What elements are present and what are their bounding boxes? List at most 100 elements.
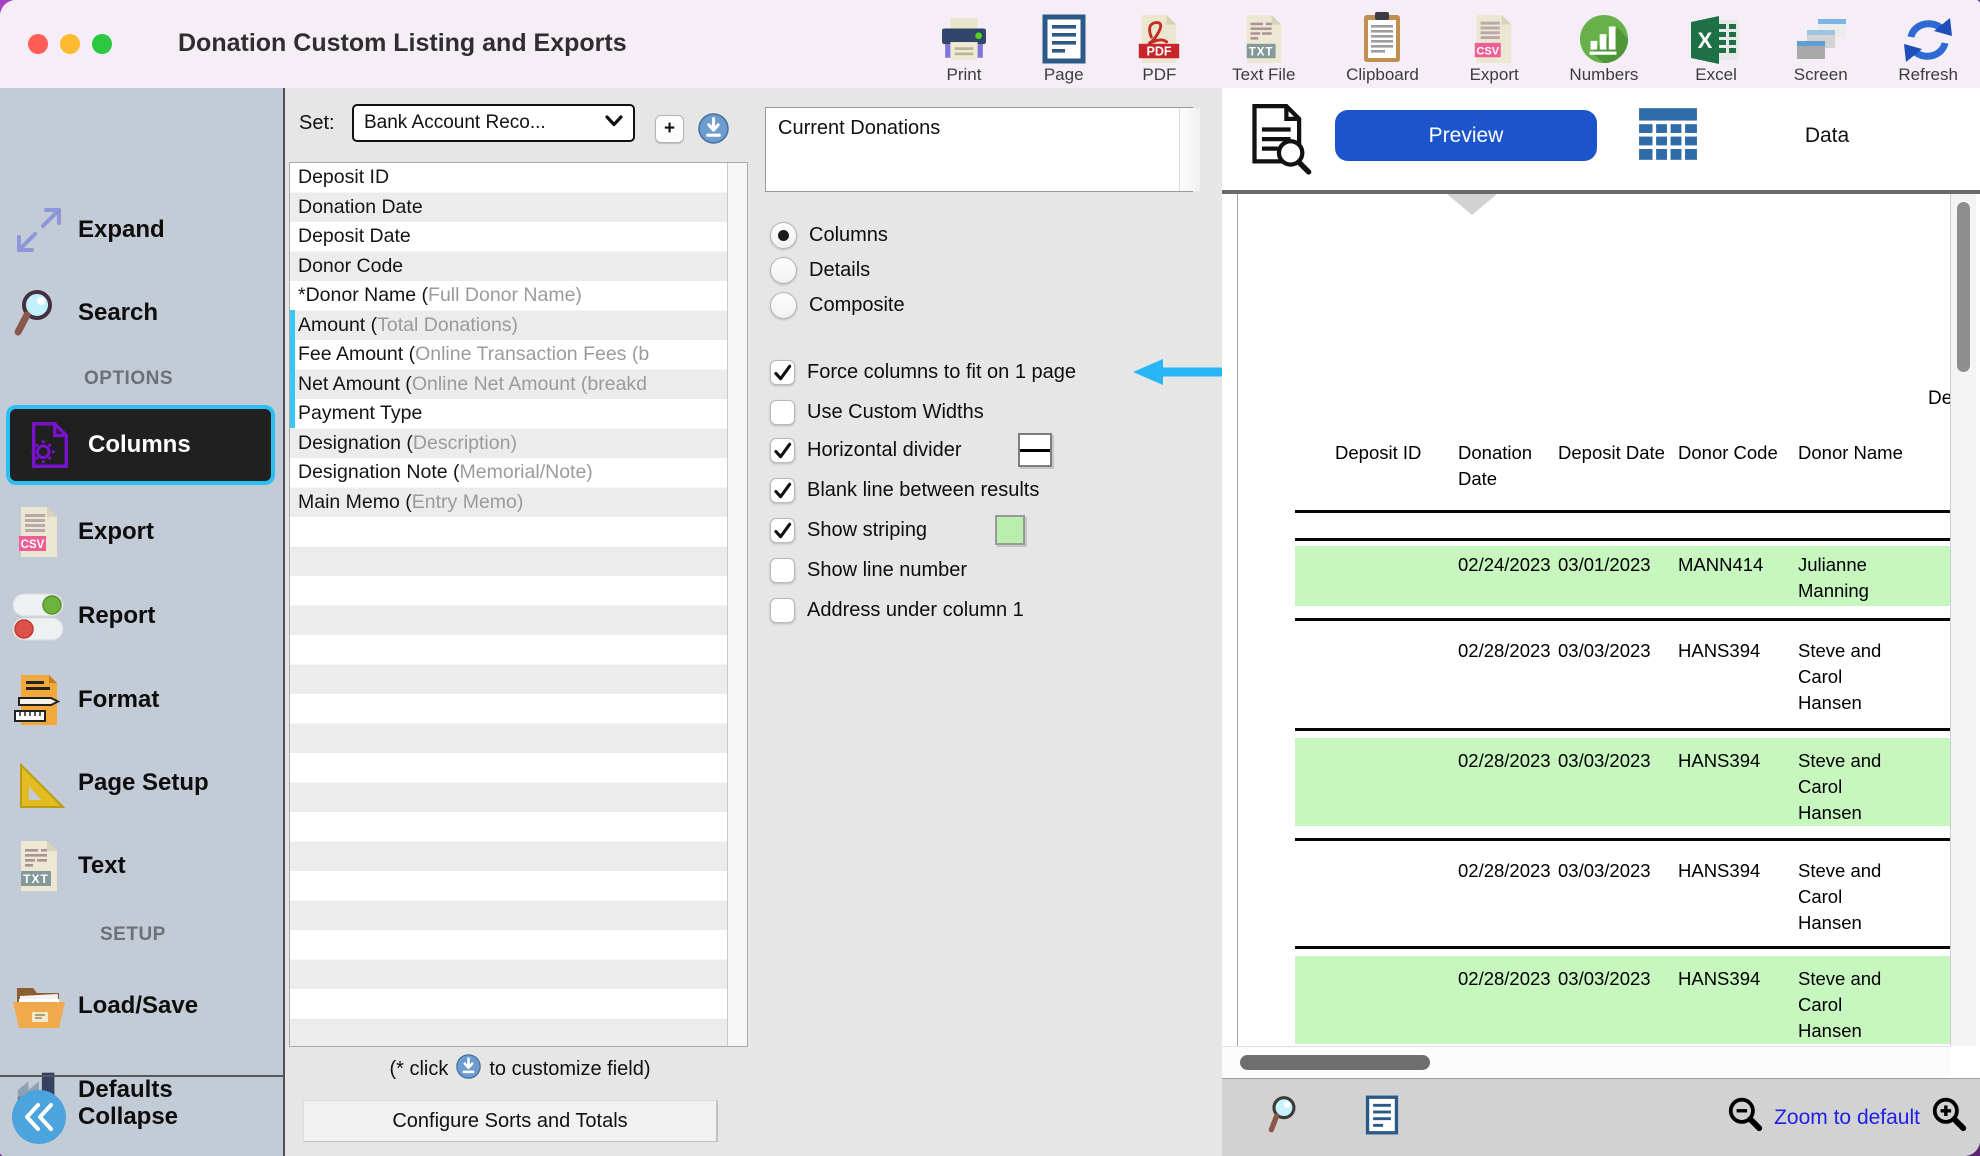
sidebar-item-collapse[interactable]: Collapse <box>0 1087 283 1147</box>
field-row[interactable]: Designation Note (Memorial/Note) <box>290 458 747 488</box>
tab-data[interactable]: Data <box>1782 124 1872 148</box>
checkbox-horizontal-divider[interactable]: Horizontal divider <box>770 430 1052 470</box>
numbers-button[interactable]: Numbers <box>1569 14 1638 85</box>
radio-button[interactable] <box>770 292 797 319</box>
preview-magnifier-icon[interactable] <box>1246 100 1314 181</box>
field-set-dropdown[interactable]: Bank Account Reco... <box>352 104 635 142</box>
sidebar-item-report[interactable]: Report <box>0 586 283 646</box>
field-row[interactable]: Deposit ID <box>290 163 747 193</box>
field-row-empty[interactable] <box>290 547 747 577</box>
close-window-button[interactable] <box>28 34 48 54</box>
field-row-empty[interactable] <box>290 783 747 813</box>
print-button[interactable]: Print <box>938 18 990 85</box>
checkbox[interactable] <box>770 478 795 503</box>
field-row-empty[interactable] <box>290 724 747 754</box>
page-button[interactable]: Page <box>1041 14 1087 85</box>
field-row-empty[interactable] <box>290 517 747 547</box>
data-table-icon[interactable] <box>1637 106 1699 167</box>
checkbox[interactable] <box>770 438 795 463</box>
field-row[interactable]: Donor Code <box>290 252 747 282</box>
sidebar-item-export[interactable]: CSV Export <box>0 502 283 562</box>
tab-preview[interactable]: Preview <box>1335 110 1597 161</box>
sidebar-item-format[interactable]: Format <box>0 670 283 730</box>
checkbox[interactable] <box>770 598 795 623</box>
sidebar-item-columns[interactable]: Columns <box>6 405 275 485</box>
field-row-empty[interactable] <box>290 576 747 606</box>
checkbox-show-striping[interactable]: Show striping <box>770 510 1025 550</box>
field-row[interactable]: Designation (Description) <box>290 429 747 459</box>
field-list-scrollbar[interactable] <box>727 163 747 1046</box>
stripe-color-swatch[interactable] <box>995 515 1025 545</box>
checkbox-custom-widths[interactable]: Use Custom Widths <box>770 392 984 432</box>
sidebar-item-load-save[interactable]: Load/Save <box>0 976 283 1036</box>
checkbox-blank-line[interactable]: Blank line between results <box>770 470 1039 510</box>
zoom-to-default-link[interactable]: Zoom to default <box>1774 1106 1920 1130</box>
excel-button[interactable]: X Excel <box>1689 16 1743 85</box>
radio-button[interactable] <box>770 222 797 249</box>
field-row[interactable]: Fee Amount (Online Transaction Fees (b <box>290 340 747 370</box>
field-row-empty[interactable] <box>290 694 747 724</box>
field-row-empty[interactable] <box>290 1019 747 1049</box>
field-row[interactable]: Donation Date <box>290 193 747 223</box>
preview-divider <box>1222 190 1980 194</box>
page-view-icon[interactable] <box>1365 1095 1399 1140</box>
field-row-empty[interactable] <box>290 989 747 1019</box>
table-row: 02/24/2023 03/01/2023 MANN414 Julianne M… <box>1295 546 1950 606</box>
listing-name-input[interactable]: Current Donations <box>765 107 1193 192</box>
sidebar-item-text[interactable]: TXT Text <box>0 836 283 896</box>
collapse-icon <box>0 1089 78 1145</box>
field-row[interactable]: Payment Type <box>290 399 747 429</box>
checkbox[interactable] <box>770 518 795 543</box>
pdf-button[interactable]: PDF PDF <box>1137 14 1181 85</box>
horizontal-scrollbar-thumb[interactable] <box>1240 1055 1430 1070</box>
clipboard-button[interactable]: Clipboard <box>1346 12 1419 85</box>
field-row-empty[interactable] <box>290 753 747 783</box>
zoom-out-icon[interactable] <box>1726 1096 1764 1139</box>
radio-details[interactable]: Details <box>770 253 870 288</box>
checkbox-address-column1[interactable]: Address under column 1 <box>770 590 1024 630</box>
divider-style-icon[interactable] <box>1018 433 1052 467</box>
field-row-empty[interactable] <box>290 842 747 872</box>
checkbox[interactable] <box>770 360 795 385</box>
zoom-window-button[interactable] <box>92 34 112 54</box>
field-row[interactable]: *Donor Name (Full Donor Name) <box>290 281 747 311</box>
field-row-empty[interactable] <box>290 871 747 901</box>
customize-field-button[interactable] <box>698 113 729 149</box>
radio-columns[interactable]: Columns <box>770 218 888 253</box>
horizontal-scrollbar[interactable] <box>1222 1046 1950 1078</box>
zoom-in-icon[interactable] <box>1930 1096 1968 1139</box>
magnifier-icon[interactable] <box>1267 1094 1303 1141</box>
sidebar-item-page-setup[interactable]: Page Setup <box>0 753 283 813</box>
field-row[interactable]: Amount (Total Donations) <box>290 311 747 341</box>
field-row-empty[interactable] <box>290 665 747 695</box>
table-row: 02/28/2023 03/03/2023 HANS394 Steve and … <box>1295 738 1950 826</box>
export-csv-button[interactable]: CSV Export <box>1470 14 1519 85</box>
text-file-button[interactable]: TXT Text File <box>1232 14 1295 85</box>
field-row[interactable]: Net Amount (Online Net Amount (breakd <box>290 370 747 400</box>
checkbox-force-fit[interactable]: Force columns to fit on 1 page <box>770 352 1076 392</box>
sidebar-item-search[interactable]: Search <box>0 283 283 343</box>
vertical-scrollbar-thumb[interactable] <box>1957 202 1970 372</box>
add-field-set-button[interactable]: + <box>655 115 684 143</box>
radio-button[interactable] <box>770 257 797 284</box>
field-row-empty[interactable] <box>290 606 747 636</box>
configure-sorts-totals-button[interactable]: Configure Sorts and Totals <box>303 1100 718 1142</box>
field-row-empty[interactable] <box>290 930 747 960</box>
field-list[interactable]: Deposit ID Donation Date Deposit Date Do… <box>289 162 748 1047</box>
minimize-window-button[interactable] <box>60 34 80 54</box>
checkbox[interactable] <box>770 558 795 583</box>
field-row-empty[interactable] <box>290 635 747 665</box>
clipboard-icon <box>1359 12 1405 64</box>
vertical-scrollbar[interactable] <box>1950 194 1976 1046</box>
radio-composite[interactable]: Composite <box>770 288 905 323</box>
sidebar-item-expand[interactable]: Expand <box>0 200 283 260</box>
field-row[interactable]: Deposit Date <box>290 222 747 252</box>
screen-button[interactable]: Screen <box>1794 18 1848 85</box>
checkbox[interactable] <box>770 400 795 425</box>
field-row-empty[interactable] <box>290 901 747 931</box>
field-row[interactable]: Main Memo (Entry Memo) <box>290 488 747 518</box>
checkbox-line-number[interactable]: Show line number <box>770 550 967 590</box>
field-row-empty[interactable] <box>290 960 747 990</box>
refresh-button[interactable]: Refresh <box>1898 16 1958 85</box>
field-row-empty[interactable] <box>290 812 747 842</box>
